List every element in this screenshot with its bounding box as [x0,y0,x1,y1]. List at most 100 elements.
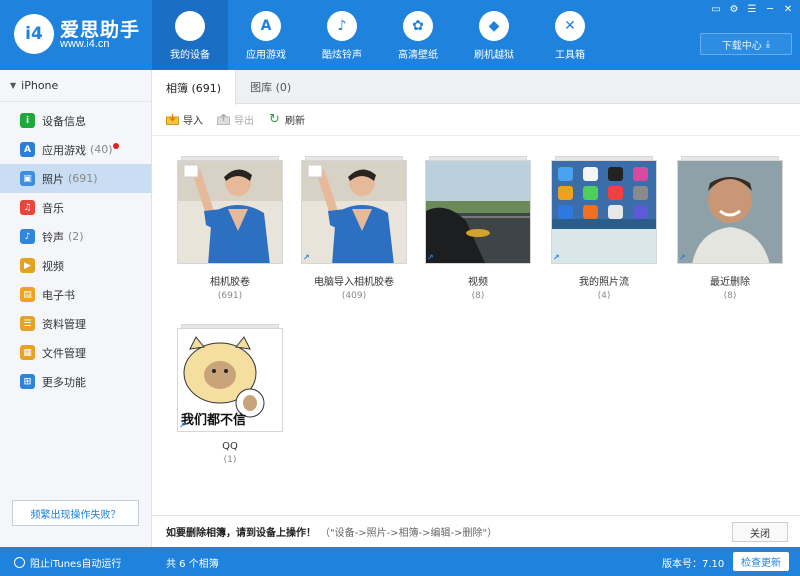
sidebar-item-count: (40) [90,143,113,156]
sidebar-item-2[interactable]: ▣ 照片 (691) [0,164,151,193]
device-header[interactable]: ▼ iPhone [0,70,151,102]
album-count: (8) [723,291,737,301]
book-icon: ▤ [20,287,35,302]
data-icon: ☰ [20,316,35,331]
sidebar-item-8[interactable]: ▦ 文件管理 [0,338,151,367]
album-thumbnail: ↗ [551,156,657,264]
export-icon [217,114,230,125]
sidebar-item-3[interactable]: ♫ 音乐 [0,193,151,222]
collapse-arrow-icon[interactable]: ▼ [10,81,16,90]
sidebar-item-0[interactable]: i 设备信息 [0,106,151,135]
album-count: (8) [471,291,485,301]
sidebar-item-label: 视频 [42,259,64,273]
export-button[interactable]: 导出 [217,112,254,127]
check-update-button[interactable]: 检查更新 [733,552,789,571]
nav-item-3[interactable]: ✿ 高清壁纸 [380,0,456,70]
window-button-3[interactable]: ─ [762,2,778,16]
refresh-icon: ↻ [269,112,280,127]
album-count: (409) [341,291,367,301]
nav-item-4[interactable]: ◆ 刷机越狱 [456,0,532,70]
album-item[interactable]: 相机胶卷 (691) [174,156,286,301]
album-item[interactable]: ↗ 我的照片流 (4) [548,156,660,301]
nav-label: 工具箱 [555,50,585,61]
tools-icon: ✕ [555,11,585,41]
apple-icon [175,11,205,41]
logo-text: i4 [25,24,43,44]
close-button[interactable]: 关闭 [732,522,788,542]
nav-label: 我的设备 [170,50,210,61]
sidebar-item-4[interactable]: ♪ 铃声 (2) [0,222,151,251]
sidebar-item-6[interactable]: ▤ 电子书 [0,280,151,309]
album-thumbnail: ↗ [425,156,531,264]
sidebar-item-label: 应用游戏 [42,143,86,157]
album-item[interactable]: ↗ 最近删除 (8) [674,156,786,301]
block-itunes-toggle[interactable]: 阻止iTunes自动运行 [14,555,121,570]
download-icon: ⤓ [765,38,771,50]
tab-0[interactable]: 相簿 (691) [152,70,237,105]
tab-bar: 相簿 (691) 图库 (0) [152,70,800,105]
album-cover-image [301,160,407,264]
frequent-failure-button[interactable]: 频繁出现操作失败？ [12,500,139,526]
file-icon: ▦ [20,345,35,360]
meme-caption: 我们都不信 [181,413,247,428]
window-button-2[interactable]: ☰ [744,2,760,16]
bell-icon: ♪ [327,11,357,41]
sidebar-list: i 设备信息 A 应用游戏 (40) ▣ 照片 (691) ♫ 音乐 ♪ 铃声 (2) ▶ 视频 ▤ 电子书 ☰ 资… [0,102,151,396]
window-controls: ▭ ⚙ ☰ ─ ✕ [708,2,796,16]
album-cover-image [551,160,657,264]
music-icon: ♫ [20,200,35,215]
album-cover-image [677,160,783,264]
sidebar-item-5[interactable]: ▶ 视频 [0,251,151,280]
window-button-1[interactable]: ⚙ [726,2,742,16]
album-name: 我的照片流 [579,277,629,288]
app-store-icon: A [251,11,281,41]
album-count: (4) [597,291,611,301]
sidebar-item-count: (2) [68,230,84,243]
brand-url: www.i4.cn [60,38,110,50]
nav-item-1[interactable]: A 应用游戏 [228,0,304,70]
tab-1[interactable]: 图库 (0) [236,70,305,104]
sidebar-item-label: 文件管理 [42,346,86,360]
download-center-button[interactable]: 下载中心 ⤓ [700,33,792,55]
sync-arrow-icon: ↗ [553,253,560,262]
notification-dot [112,142,119,149]
refresh-button[interactable]: ↻ 刷新 [268,112,305,127]
sidebar-item-1[interactable]: A 应用游戏 (40) [0,135,151,164]
radio-circle-icon [14,557,25,568]
bell-icon: ♪ [20,229,35,244]
import-button[interactable]: 导入 [166,112,203,127]
main-panel: 相簿 (691) 图库 (0) 导入 导出 ↻ 刷新 相机胶卷 (691) ↗ 电脑导… [152,70,800,547]
sidebar-item-label: 设备信息 [42,114,86,128]
sidebar-item-label: 电子书 [42,288,75,302]
sidebar-item-label: 资料管理 [42,317,86,331]
album-thumbnail [177,156,283,264]
album-item[interactable]: ↗ 视频 (8) [422,156,534,301]
device-name: iPhone [21,79,59,92]
sidebar-item-label: 音乐 [42,201,64,215]
nav-item-0[interactable]: 我的设备 [152,0,228,70]
import-icon [166,114,179,125]
sidebar-item-7[interactable]: ☰ 资料管理 [0,309,151,338]
dropbox-icon: ◆ [479,11,509,41]
window-button-4[interactable]: ✕ [780,2,796,16]
sidebar-item-9[interactable]: ⊞ 更多功能 [0,367,151,396]
flower-icon: ✿ [403,11,433,41]
toolbar: 导入 导出 ↻ 刷新 [152,104,800,136]
grid-icon: ⊞ [20,374,35,389]
album-total: 共 6 个相簿 [166,559,219,570]
app-store-icon: A [20,142,35,157]
sync-arrow-icon: ↗ [679,253,686,262]
nav-label: 高清壁纸 [398,50,438,61]
album-name: 最近删除 [710,277,750,288]
album-thumbnail: ↗ [301,156,407,264]
album-item[interactable]: ↗ 电脑导入相机胶卷 (409) [298,156,410,301]
nav-item-2[interactable]: ♪ 酷炫铃声 [304,0,380,70]
sync-arrow-icon: ↗ [427,253,434,262]
window-button-0[interactable]: ▭ [708,2,724,16]
nav-item-5[interactable]: ✕ 工具箱 [532,0,608,70]
download-center-label: 下载中心 [721,40,762,52]
info-icon: i [20,113,35,128]
album-item[interactable]: 我们都不信 ↗ QQ (1) [174,324,286,465]
album-name: 视频 [468,277,488,288]
album-thumbnail: 我们都不信 ↗ [177,324,283,432]
